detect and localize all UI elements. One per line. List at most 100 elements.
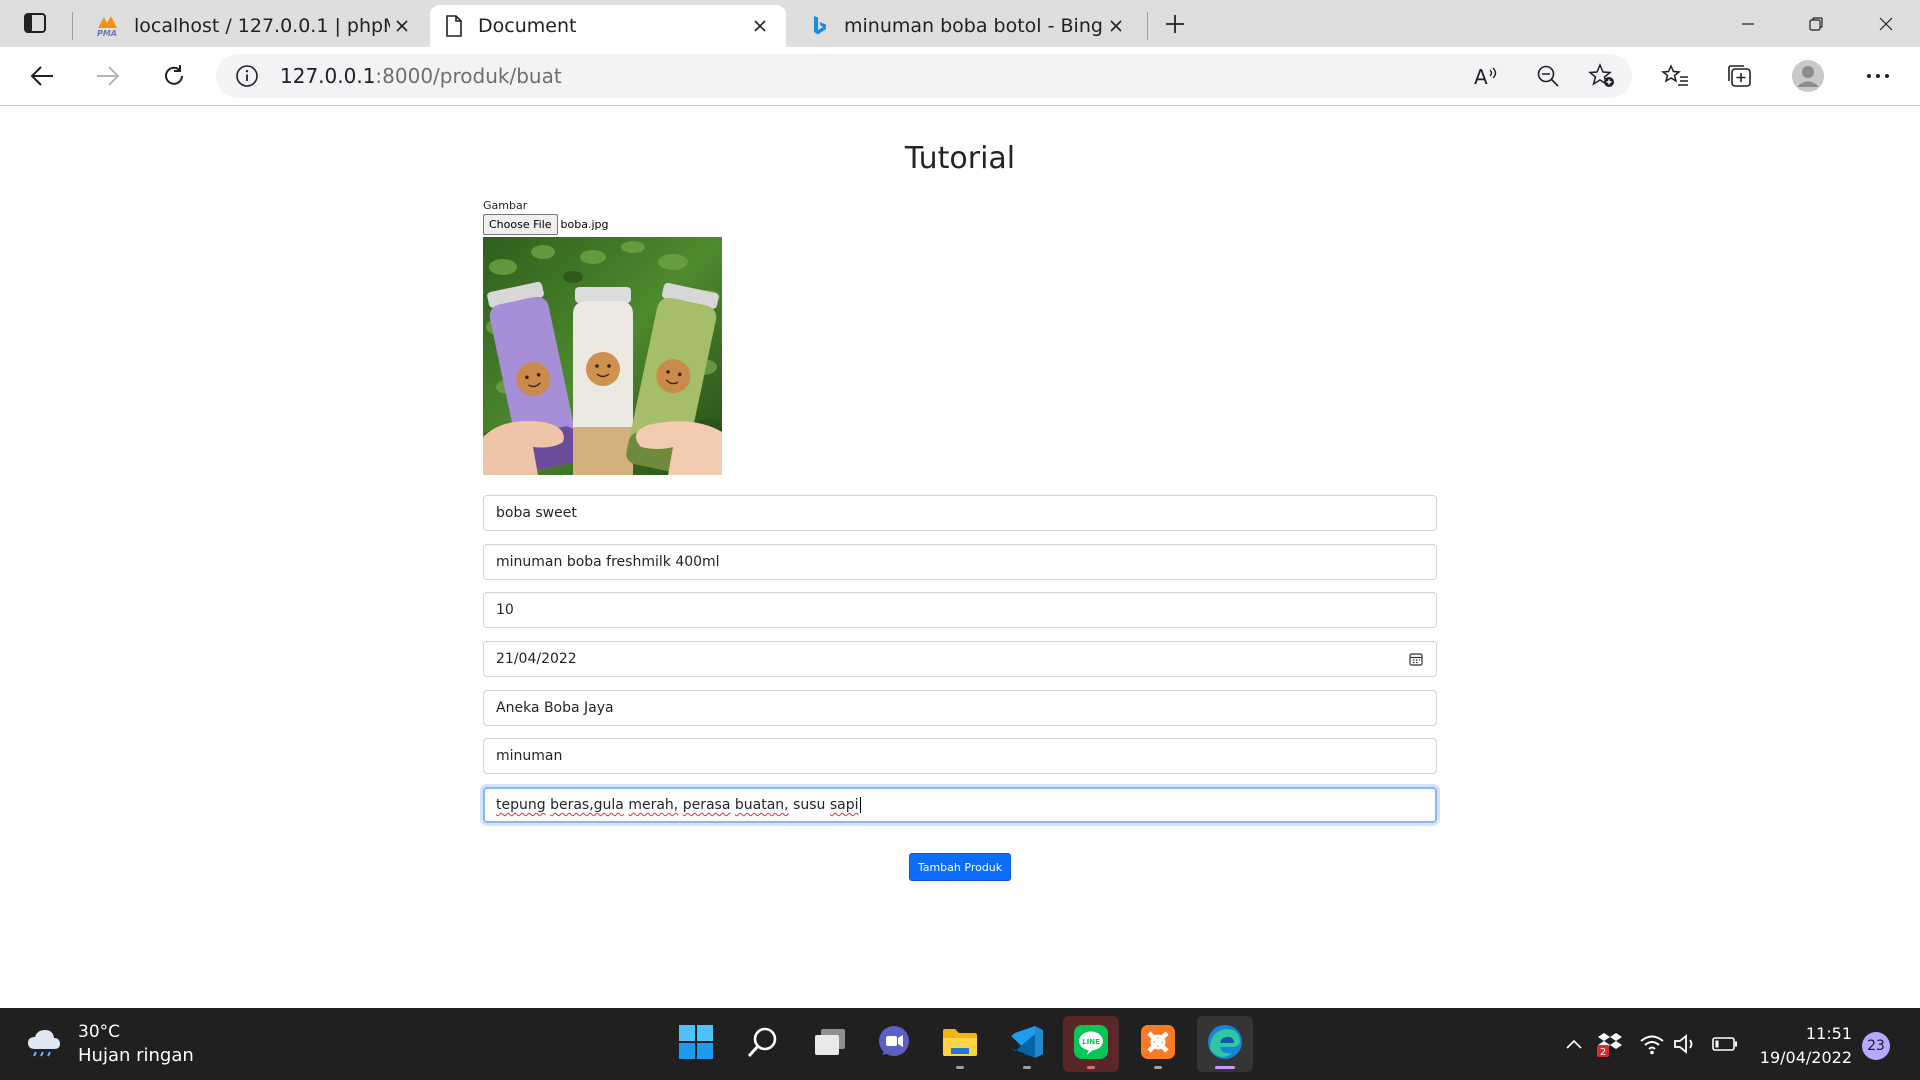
page-title: Tutorial [904, 141, 1016, 176]
tab-document[interactable]: Document [430, 5, 786, 47]
url-text[interactable]: 127.0.0.1:8000/produk/buat [280, 64, 562, 88]
new-tab-icon[interactable] [1159, 8, 1191, 40]
running-indicator [1087, 1066, 1095, 1069]
minimize-icon[interactable] [1714, 0, 1782, 47]
weather-condition: Hujan ringan [78, 1045, 194, 1066]
store-name-input[interactable]: Aneka Boba Jaya [483, 690, 1437, 726]
tab-separator [72, 12, 73, 40]
weather-temp: 30°C [78, 1022, 121, 1042]
vscode-button[interactable] [999, 1016, 1055, 1072]
url-path: :8000/produk/buat [375, 64, 562, 88]
tab-bing-images[interactable]: minuman boba botol - Bing images [796, 5, 1142, 47]
restore-icon[interactable] [1782, 0, 1850, 47]
notification-badge[interactable]: 23 [1862, 1032, 1890, 1060]
windows-logo-icon [678, 1024, 714, 1064]
field-value: Aneka Boba Jaya [496, 700, 614, 716]
url-host: 127.0.0.1 [280, 64, 376, 88]
weather-widget[interactable]: 30°C Hujan ringan [26, 1022, 194, 1066]
product-name-input[interactable]: boba sweet [483, 495, 1437, 531]
browser-tab-strip: PMA localhost / 127.0.0.1 | phpMyAdmin D… [0, 0, 1920, 47]
teams-chat-button[interactable] [866, 1016, 922, 1072]
close-icon[interactable] [390, 14, 414, 38]
edge-button[interactable] [1197, 1016, 1253, 1072]
clock-date: 19/04/2022 [1759, 1048, 1852, 1067]
phpmyadmin-icon: PMA [94, 14, 120, 38]
zoom-out-icon[interactable] [1533, 61, 1563, 91]
page-content: Tutorial Gambar Choose File boba.jpg bob… [0, 107, 1920, 1007]
file-explorer-button[interactable] [932, 1016, 988, 1072]
vscode-icon [1009, 1024, 1045, 1064]
misspelled-word: tepung [496, 797, 546, 813]
misspelled-word: buatan, [734, 797, 789, 813]
battery-icon[interactable] [1711, 1030, 1739, 1058]
weather-text: 30°C Hujan ringan [78, 1020, 194, 1068]
windows-taskbar: 30°C Hujan ringan LINE 2 11:51 19/04/202… [0, 1008, 1920, 1080]
system-clock[interactable]: 11:51 19/04/2022 [1748, 1022, 1852, 1070]
running-indicator [1154, 1066, 1162, 1069]
clock-time: 11:51 [1805, 1024, 1852, 1043]
profile-avatar-icon[interactable] [1788, 56, 1828, 96]
choose-file-button[interactable]: Choose File [483, 213, 558, 235]
tab-separator [1147, 12, 1148, 40]
site-info-icon[interactable] [234, 63, 260, 89]
read-aloud-icon[interactable]: A [1471, 61, 1501, 91]
running-indicator [956, 1066, 964, 1069]
close-icon[interactable] [748, 14, 772, 38]
cloud-rain-icon [26, 1027, 62, 1061]
start-button[interactable] [668, 1016, 724, 1072]
image-label: Gambar [483, 199, 528, 212]
category-input[interactable]: minuman [483, 738, 1437, 774]
task-view-button[interactable] [802, 1016, 858, 1072]
task-view-icon [812, 1027, 848, 1061]
tab-title: Document [478, 15, 577, 37]
running-indicator [1215, 1066, 1235, 1069]
calendar-icon[interactable] [1408, 651, 1424, 667]
wifi-icon[interactable] [1638, 1030, 1666, 1058]
field-value: minuman [496, 748, 563, 764]
date-input[interactable]: 21/04/2022 [483, 641, 1437, 677]
svg-text:LINE: LINE [1082, 1038, 1100, 1046]
field-value: minuman boba freshmilk 400ml [496, 554, 720, 570]
tab-actions-icon[interactable] [10, 6, 60, 40]
running-indicator [1023, 1066, 1031, 1069]
text-caret [859, 797, 861, 813]
refresh-icon[interactable] [154, 56, 194, 96]
tab-phpmyadmin[interactable]: PMA localhost / 127.0.0.1 | phpMyAdmin [80, 5, 428, 47]
pma-label: PMA [96, 29, 117, 38]
browser-toolbar: 127.0.0.1:8000/produk/buat A [0, 47, 1920, 106]
field-value: tepung beras,gula merah, perasa buatan, … [496, 797, 859, 813]
line-button[interactable]: LINE [1063, 1016, 1119, 1072]
add-favorite-icon[interactable] [1587, 61, 1617, 91]
close-window-icon[interactable] [1852, 0, 1920, 47]
chevron-up-icon[interactable] [1560, 1030, 1588, 1058]
bing-icon [810, 14, 830, 38]
volume-icon[interactable] [1672, 1030, 1700, 1058]
dropbox-icon[interactable]: 2 [1596, 1030, 1624, 1058]
forward-icon[interactable] [88, 56, 128, 96]
file-input[interactable]: Choose File boba.jpg [483, 213, 608, 235]
svg-text:A: A [1474, 65, 1488, 88]
dropbox-badge: 2 [1600, 1047, 1606, 1057]
stock-input[interactable]: 10 [483, 592, 1437, 628]
plain-word: susu [788, 797, 830, 813]
close-icon[interactable] [1104, 14, 1128, 38]
chat-icon [876, 1025, 912, 1063]
collections-icon[interactable] [1720, 56, 1760, 96]
add-product-button[interactable]: Tambah Produk [909, 853, 1011, 881]
address-bar[interactable]: 127.0.0.1:8000/produk/buat A [216, 54, 1632, 98]
document-icon [444, 14, 464, 38]
back-icon[interactable] [22, 56, 62, 96]
misspelled-word: perasa [682, 797, 731, 813]
edge-icon [1206, 1023, 1244, 1065]
more-menu-icon[interactable] [1858, 56, 1898, 96]
line-icon: LINE [1073, 1024, 1109, 1064]
favorites-icon[interactable] [1655, 56, 1695, 96]
xampp-button[interactable] [1130, 1016, 1186, 1072]
xampp-icon [1140, 1024, 1176, 1064]
folder-icon [941, 1026, 979, 1062]
ingredients-input[interactable]: tepung beras,gula merah, perasa buatan, … [483, 787, 1437, 823]
search-button[interactable] [735, 1016, 791, 1072]
product-description-input[interactable]: minuman boba freshmilk 400ml [483, 544, 1437, 580]
tab-title: minuman boba botol - Bing images [844, 15, 1104, 37]
product-image-preview [483, 237, 722, 475]
